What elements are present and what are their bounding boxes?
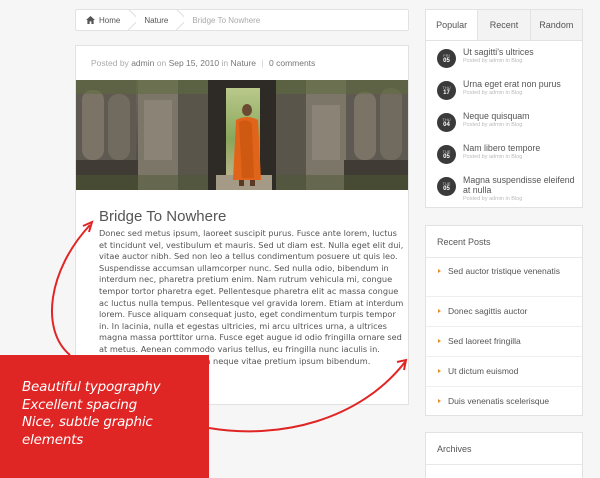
list-item[interactable]: Ut dictum euismod [426,357,582,387]
popular-recent-random-widget: Popular Recent Random FRI 05 Ut sagitti'… [425,9,583,208]
post-featured-image[interactable] [76,80,408,190]
badge-number: 05 [443,153,450,160]
tab-popular[interactable]: Popular [426,10,478,40]
tab-recent[interactable]: Recent [477,10,530,40]
badge-number: 04 [443,121,450,128]
meta-posted-by: Posted by [91,58,129,68]
post-link[interactable]: Neque quisquam [463,111,530,121]
bullet-arrow-icon [438,269,441,273]
badge-number: 05 [443,185,450,192]
promo-text: Beautiful typography Excellent spacing N… [22,379,161,449]
temple-monk-image [76,80,408,190]
meta-on: on [156,58,167,68]
date-badge: THU 17 [437,81,456,100]
list-item[interactable]: THU 04 Neque quisquam Posted by admin in… [426,111,582,143]
bullet-arrow-icon [438,309,441,313]
post-meta-small: Posted by admin in Blog [463,154,523,160]
breadcrumb-separator [176,9,184,31]
badge-number: 17 [443,89,450,96]
breadcrumb-category[interactable]: Nature [136,10,176,30]
post-link[interactable]: Magna suspendisse eleifend at nulla [463,175,582,195]
recent-post-link[interactable]: Duis venenatis scelerisque [448,396,549,406]
bullet-arrow-icon [438,339,441,343]
badge-number: 05 [443,57,450,64]
breadcrumb-home-label: Home [99,15,121,25]
breadcrumb-separator [128,9,136,31]
meta-date-link[interactable]: Sep 15, 2010 [169,58,220,68]
list-item[interactable]: TUE 05 Magna suspendisse eleifend at nul… [426,175,582,207]
date-badge: FRI 05 [437,49,456,68]
recent-post-list: Sed auctor tristique venenatis Donec sag… [426,258,582,417]
post-meta-small: Posted by admin in Blog [463,58,523,64]
recent-post-link[interactable]: Ut dictum euismod [448,366,518,376]
list-item[interactable]: Duis venenatis scelerisque [426,387,582,417]
bullet-arrow-icon [438,399,441,403]
post-card: Posted by admin on Sep 15, 2010 in Natur… [75,45,409,405]
date-badge: TUE 05 [437,177,456,196]
home-icon [86,16,95,24]
post-body: Donec sed metus ipsum, laoreet suscipit … [99,228,404,366]
list-item[interactable]: Donec sagittis auctor [426,297,582,327]
promo-line: Excellent spacing [22,396,137,413]
post-title[interactable]: Bridge To Nowhere [99,208,226,225]
meta-divider: | [261,58,264,68]
recent-posts-widget: Recent Posts Sed auctor tristique venena… [425,225,583,416]
promo-banner: Beautiful typography Excellent spacing N… [0,355,209,478]
post-link[interactable]: Ut sagitti's ultrices [463,47,534,57]
breadcrumb: Home Nature Bridge To Nowhere [75,9,409,31]
breadcrumb-current: Bridge To Nowhere [192,15,261,25]
meta-author-link[interactable]: admin [131,58,154,68]
post-link[interactable]: Urna eget erat non purus [463,79,561,89]
bullet-arrow-icon [438,369,441,373]
breadcrumb-home[interactable]: Home [76,10,128,30]
list-item[interactable]: THU 17 Urna eget erat non purus Posted b… [426,79,582,111]
tab-bar: Popular Recent Random [426,10,582,41]
post-link[interactable]: Nam libero tempore [463,143,540,153]
promo-line: Nice, subtle graphic [22,414,153,430]
post-meta: Posted by admin on Sep 15, 2010 in Natur… [91,58,315,68]
promo-line: Beautiful typography [22,379,161,395]
promo-line: elements [22,431,84,448]
meta-category-link[interactable]: Nature [231,58,257,68]
post-meta-small: Posted by admin in Blog [463,196,523,202]
recent-post-link[interactable]: Sed laoreet fringilla [448,336,521,346]
meta-in: in [221,58,229,68]
meta-comments-link[interactable]: 0 comments [269,58,315,68]
post-meta-small: Posted by admin in Blog [463,90,523,96]
recent-post-link[interactable]: Sed auctor tristique venenatis [448,266,560,276]
recent-post-link[interactable]: Donec sagittis auctor [448,306,527,316]
widget-title: Archives [426,433,582,465]
tab-random[interactable]: Random [529,10,582,40]
list-item[interactable]: TUE 05 Nam libero tempore Posted by admi… [426,143,582,175]
list-item[interactable]: Sed auctor tristique venenatis [426,258,582,297]
widget-title: Recent Posts [426,226,582,258]
list-item[interactable]: Sed laoreet fringilla [426,327,582,357]
date-badge: TUE 05 [437,145,456,164]
archives-widget: Archives [425,432,583,478]
post-meta-small: Posted by admin in Blog [463,122,523,128]
popular-post-list: FRI 05 Ut sagitti's ultrices Posted by a… [426,41,582,207]
list-item[interactable]: FRI 05 Ut sagitti's ultrices Posted by a… [426,47,582,79]
date-badge: THU 04 [437,113,456,132]
